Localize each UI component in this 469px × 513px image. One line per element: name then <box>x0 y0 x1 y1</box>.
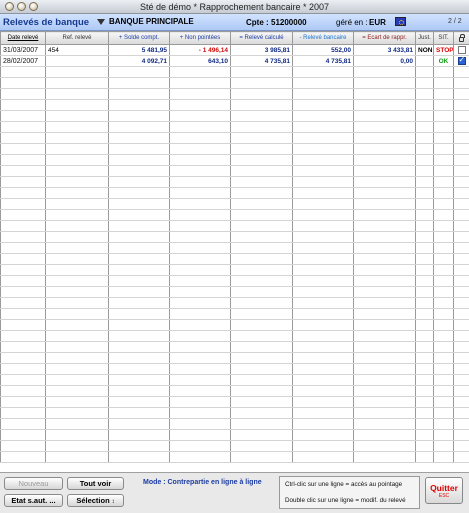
empty-row[interactable] <box>0 209 469 221</box>
cell-releve-bancaire: 552,00 <box>292 44 354 56</box>
empty-row[interactable] <box>0 253 469 265</box>
row-checkbox[interactable] <box>457 46 466 54</box>
empty-row[interactable] <box>0 220 469 232</box>
empty-row[interactable] <box>0 308 469 320</box>
cell-just: NON <box>415 44 434 56</box>
cell-solde: 4 092,71 <box>108 55 170 67</box>
cell-just <box>415 55 434 67</box>
empty-row[interactable] <box>0 286 469 298</box>
empty-row[interactable] <box>0 374 469 386</box>
empty-row[interactable] <box>0 143 469 155</box>
quit-label: Quitter <box>430 483 458 493</box>
cell-ecart: 3 433,81 <box>353 44 416 56</box>
cell-ref: 454 <box>45 44 109 56</box>
cell-non-pointees: 643,10 <box>169 55 231 67</box>
empty-row[interactable] <box>0 121 469 133</box>
row-checkbox[interactable] <box>457 56 466 65</box>
new-button[interactable]: Nouveau <box>4 477 63 490</box>
col-header-releve-calcule[interactable]: = Relevé calculé <box>230 31 293 45</box>
empty-row[interactable] <box>0 231 469 243</box>
empty-row[interactable] <box>0 396 469 408</box>
cell-date: 31/03/2007 <box>0 44 46 56</box>
empty-row[interactable] <box>0 99 469 111</box>
empty-row[interactable] <box>0 363 469 375</box>
cell-sit-status: STOP <box>433 44 454 56</box>
empty-row[interactable] <box>0 341 469 353</box>
page-title: Relevés de banque <box>3 17 90 28</box>
empty-row[interactable] <box>0 242 469 254</box>
quit-button[interactable]: Quitter ESC <box>425 477 463 504</box>
cell-releve-calcule: 3 985,81 <box>230 44 293 56</box>
window-title: Sté de démo * Rapprochement bancaire * 2… <box>139 2 330 12</box>
hint-double-click: Double clic sur une ligne = modif. du re… <box>285 497 406 504</box>
bank-name[interactable]: BANQUE PRINCIPALE <box>109 17 194 26</box>
col-header-ecart[interactable]: = Ecart de rappr. <box>353 31 416 45</box>
quit-shortcut: ESC <box>438 493 450 499</box>
empty-row[interactable] <box>0 165 469 177</box>
currency-value: EUR <box>369 18 386 27</box>
empty-row[interactable] <box>0 352 469 364</box>
cell-releve-bancaire: 4 735,81 <box>292 55 354 67</box>
empty-row[interactable] <box>0 440 469 452</box>
table-header-row: Date relevé Ref. relevé + Solde compt. +… <box>0 31 469 45</box>
footer-toolbar: Nouveau Tout voir Etat s.aut. ... Sélect… <box>0 472 469 513</box>
lock-icon <box>459 33 465 42</box>
col-header-solde[interactable]: + Solde compt. <box>108 31 170 45</box>
cell-ref <box>45 55 109 67</box>
empty-row[interactable] <box>0 451 469 463</box>
empty-row[interactable] <box>0 418 469 430</box>
account-label: Cpte : <box>246 18 269 27</box>
cell-solde: 5 481,95 <box>108 44 170 56</box>
page-indicator: 2 / 2 <box>448 18 462 25</box>
empty-row[interactable] <box>0 407 469 419</box>
empty-row[interactable] <box>0 264 469 276</box>
selection-label: Sélection <box>76 496 110 505</box>
empty-row[interactable] <box>0 77 469 89</box>
cell-sit-status: OK <box>433 55 454 67</box>
empty-row[interactable] <box>0 330 469 342</box>
show-all-button[interactable]: Tout voir <box>67 477 124 490</box>
eu-flag-icon <box>395 17 406 26</box>
empty-row[interactable] <box>0 132 469 144</box>
cell-date: 28/02/2007 <box>0 55 46 67</box>
empty-row[interactable] <box>0 275 469 287</box>
header-band: Relevés de banque BANQUE PRINCIPALE Cpte… <box>0 14 469 31</box>
empty-row[interactable] <box>0 297 469 309</box>
empty-row[interactable] <box>0 176 469 188</box>
report-menu-button[interactable]: Etat s.aut. ... <box>4 494 63 507</box>
bank-dropdown-arrow-icon[interactable] <box>97 19 105 25</box>
col-header-just[interactable]: Just. <box>415 31 434 45</box>
empty-row[interactable] <box>0 154 469 166</box>
cell-ecart: 0,00 <box>353 55 416 67</box>
chevron-updown-icon: ↕ <box>111 499 115 505</box>
statements-table: Date relevé Ref. relevé + Solde compt. +… <box>0 31 469 472</box>
empty-row[interactable] <box>0 110 469 122</box>
col-header-non-pointees[interactable]: + Non pointées <box>169 31 231 45</box>
hints-box: Ctrl-clic sur une ligne = accès au point… <box>279 476 420 509</box>
empty-row[interactable] <box>0 187 469 199</box>
empty-row[interactable] <box>0 385 469 397</box>
window-title-bar: Sté de démo * Rapprochement bancaire * 2… <box>0 0 469 14</box>
mode-label: Mode : Contrepartie en ligne à ligne <box>143 479 262 486</box>
col-header-lock[interactable] <box>453 31 469 45</box>
empty-row[interactable] <box>0 319 469 331</box>
cell-releve-calcule: 4 735,81 <box>230 55 293 67</box>
empty-row[interactable] <box>0 66 469 78</box>
account-number: 51200000 <box>271 18 307 27</box>
cell-non-pointees: - 1 496,14 <box>169 44 231 56</box>
col-header-releve-bancaire[interactable]: - Relevé bancaire <box>292 31 354 45</box>
table-row[interactable]: 31/03/2007 454 5 481,95 - 1 496,14 3 985… <box>0 44 469 56</box>
col-header-ref[interactable]: Ref. relevé <box>45 31 109 45</box>
col-header-date[interactable]: Date relevé <box>0 31 46 45</box>
hint-ctrl-click: Ctrl-clic sur une ligne = accès au point… <box>285 481 403 488</box>
empty-row[interactable] <box>0 429 469 441</box>
selection-menu-button[interactable]: Sélection ↕ <box>67 494 124 507</box>
empty-row[interactable] <box>0 198 469 210</box>
currency-label: géré en : <box>336 18 368 27</box>
empty-row[interactable] <box>0 88 469 100</box>
table-row[interactable]: 28/02/2007 4 092,71 643,10 4 735,81 4 73… <box>0 55 469 67</box>
col-header-sit[interactable]: SIT. <box>433 31 454 45</box>
